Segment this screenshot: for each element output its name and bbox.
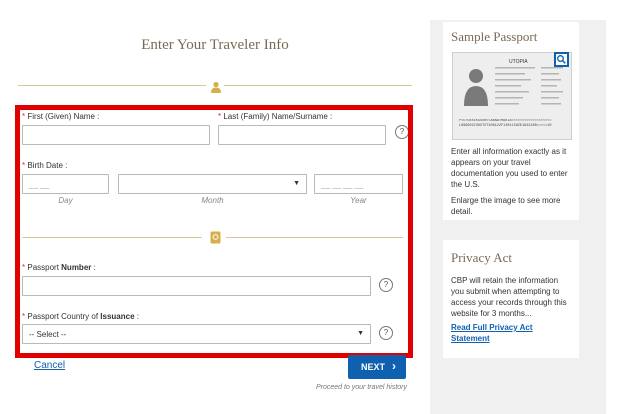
mrz-line-2: L898902C36UTO7408122F1204159ZE184226B<<<… — [459, 124, 552, 128]
person-silhouette — [463, 66, 489, 106]
passport-detail-lines — [495, 67, 565, 111]
person-icon — [210, 80, 222, 98]
magnifier-icon[interactable] — [554, 52, 569, 67]
page-title: Enter Your Traveler Info — [141, 37, 289, 53]
passport-instructions: Enter all information exactly as it appe… — [451, 147, 568, 189]
passport-country: UTOPIA — [509, 59, 528, 65]
next-button-label: NEXT — [361, 362, 386, 372]
divider-left — [18, 85, 206, 86]
chevron-right-icon: › — [392, 359, 396, 373]
next-button[interactable]: NEXT › — [348, 355, 406, 379]
privacy-act-link[interactable]: Read Full Privacy Act Statement — [451, 322, 551, 344]
highlight-box — [15, 105, 413, 358]
enlarge-hint: Enlarge the image to see more detail. — [451, 196, 561, 216]
cancel-link[interactable]: Cancel — [34, 360, 65, 371]
privacy-act-title: Privacy Act — [451, 250, 513, 265]
privacy-act-text: CBP will retain the information you subm… — [451, 276, 567, 318]
sample-passport-title: Sample Passport — [451, 29, 538, 44]
divider-right — [224, 85, 412, 86]
next-caption: Proceed to your travel history — [315, 384, 407, 391]
passport-mrz: P<UTOERIKSSON<<ANNA<MARIA<<<<<<<<<<<<<<<… — [459, 119, 567, 129]
